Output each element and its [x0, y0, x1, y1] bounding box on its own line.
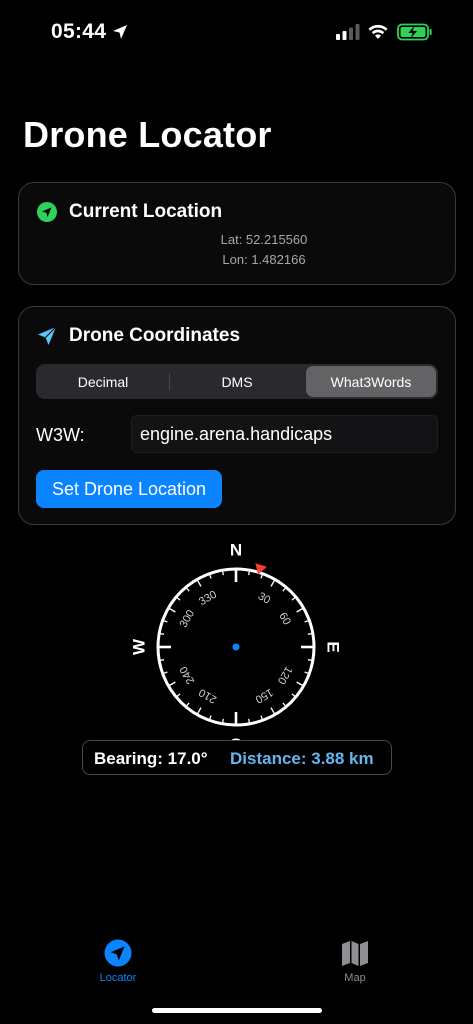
coordinate-format-segmented-control: Decimal DMS What3Words	[36, 364, 438, 399]
compass-tick	[307, 659, 313, 662]
compass-degree-label: 150	[253, 686, 275, 706]
segment-decimal[interactable]: Decimal	[38, 366, 168, 397]
compass-cardinal-n: N	[230, 540, 242, 559]
longitude-text: Lon: 1.482166	[222, 252, 306, 267]
compass-cardinal-w: W	[130, 638, 148, 655]
location-arrow-icon	[113, 25, 127, 39]
compass-degree-label: 210	[197, 686, 219, 706]
cellular-signal-icon	[336, 24, 360, 40]
status-bar: 05:44	[0, 0, 473, 64]
segment-dms[interactable]: DMS	[170, 366, 304, 397]
compass-tick	[221, 718, 224, 724]
compass-tick	[296, 607, 304, 613]
compass-degree-label: 60	[276, 611, 293, 628]
compass-degree-label: 30	[256, 590, 273, 607]
compass-tick	[248, 718, 251, 724]
compass-tick	[168, 681, 176, 687]
bearing-text: Bearing: 17.0°	[94, 749, 208, 768]
compass-tick	[168, 607, 176, 613]
latitude-text: Lat: 52.215560	[220, 232, 308, 247]
tab-locator-label: Locator	[99, 972, 137, 984]
w3w-label: W3W:	[36, 425, 85, 445]
center-dot	[232, 643, 240, 651]
compass-degree-label: 120	[275, 664, 295, 686]
segment-what3words[interactable]: What3Words	[306, 366, 436, 397]
compass-degree-label: 330	[197, 589, 219, 609]
battery-charging-icon	[397, 23, 432, 41]
paper-plane-icon	[38, 326, 57, 345]
drone-coordinates-title: Drone Coordinates	[69, 325, 241, 346]
compass-cardinal-e: E	[324, 641, 343, 652]
compass-tick	[159, 659, 165, 662]
map-icon	[342, 941, 368, 966]
compass-tick	[248, 570, 251, 576]
wifi-icon	[368, 24, 388, 39]
tab-locator[interactable]: Locator	[73, 938, 163, 984]
current-location-title: Current Location	[69, 201, 223, 222]
compass-tick	[196, 707, 202, 715]
compass-degree-label: 300	[178, 608, 198, 630]
location-arrow-icon	[37, 202, 57, 222]
drone-coordinates-card: Drone Coordinates Decimal DMS What3Words…	[18, 306, 456, 525]
distance-text: Distance: 3.88 km	[230, 749, 374, 768]
bearing-distance-pill: Bearing: 17.0° Distance: 3.88 km	[82, 740, 392, 775]
current-location-card: Current Location Lat: 52.215560 Lon: 1.4…	[18, 182, 456, 285]
drone-coordinates-header: Drone Coordinates	[37, 325, 240, 347]
compass-tick	[296, 681, 304, 687]
page-title: Drone Locator	[23, 114, 272, 155]
current-location-header: Current Location	[37, 201, 222, 223]
compass-tick	[270, 579, 276, 587]
compass-degree-label: 240	[178, 664, 198, 686]
location-arrow-icon	[104, 939, 132, 967]
w3w-input[interactable]	[131, 415, 438, 453]
status-time: 05:44	[51, 20, 107, 43]
tab-map[interactable]: Map	[310, 938, 400, 984]
compass-tick	[159, 632, 165, 635]
home-indicator	[152, 1008, 322, 1013]
tab-map-label: Map	[344, 972, 366, 984]
compass-tick	[196, 579, 202, 587]
set-drone-location-button[interactable]: Set Drone Location	[36, 470, 222, 508]
compass-tick	[307, 632, 313, 635]
compass-tick	[270, 707, 276, 715]
compass: 3060120150210240300330 NESW	[130, 540, 343, 753]
compass-tick	[221, 570, 224, 576]
